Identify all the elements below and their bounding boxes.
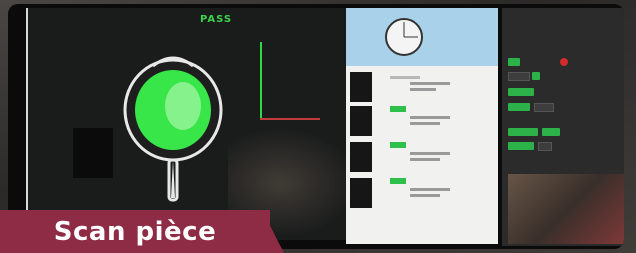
caption-text: Scan pièce: [53, 216, 217, 247]
status-badge: [390, 178, 406, 184]
item-subtext: [410, 122, 440, 125]
list-item[interactable]: [350, 72, 494, 106]
x-axis-marker: [260, 118, 320, 120]
item-subtext: [410, 158, 440, 161]
background-reflection: [508, 174, 624, 244]
thumbnail: [350, 178, 372, 208]
action-button[interactable]: [508, 103, 530, 111]
item-subtext: [410, 188, 450, 191]
scan-viewport[interactable]: PASS: [26, 8, 358, 240]
item-subtext: [410, 88, 436, 91]
preview-pane: [346, 8, 498, 66]
item-subtext: [410, 82, 450, 85]
photo-frame: PASS Scan pièce: [0, 0, 636, 253]
skillet-outline-icon: [385, 18, 423, 56]
status-badge: [390, 142, 406, 148]
status-text: PASS: [200, 14, 233, 25]
item-subtext: [410, 152, 450, 155]
thumbnail: [350, 106, 372, 136]
thumbnail: [350, 72, 372, 102]
toggle-button[interactable]: [532, 72, 540, 80]
action-button[interactable]: [508, 88, 534, 96]
record-circle-icon[interactable]: [560, 58, 568, 66]
select-field[interactable]: [508, 72, 530, 81]
shadow-region: [73, 128, 113, 178]
list-item[interactable]: [350, 142, 494, 176]
value-field[interactable]: [534, 103, 554, 112]
list-item[interactable]: [350, 106, 494, 140]
thumbnail: [350, 142, 372, 172]
item-text: [390, 76, 420, 79]
mode-button[interactable]: [508, 58, 520, 66]
status-badge: [390, 106, 406, 112]
list-item[interactable]: [350, 178, 494, 212]
action-button[interactable]: [542, 128, 560, 136]
value-field[interactable]: [538, 142, 552, 151]
item-subtext: [410, 194, 440, 197]
y-axis-marker: [260, 42, 262, 118]
scan-list-panel: [346, 8, 498, 244]
item-subtext: [410, 116, 450, 119]
action-button[interactable]: [508, 128, 538, 136]
action-button[interactable]: [508, 142, 534, 150]
